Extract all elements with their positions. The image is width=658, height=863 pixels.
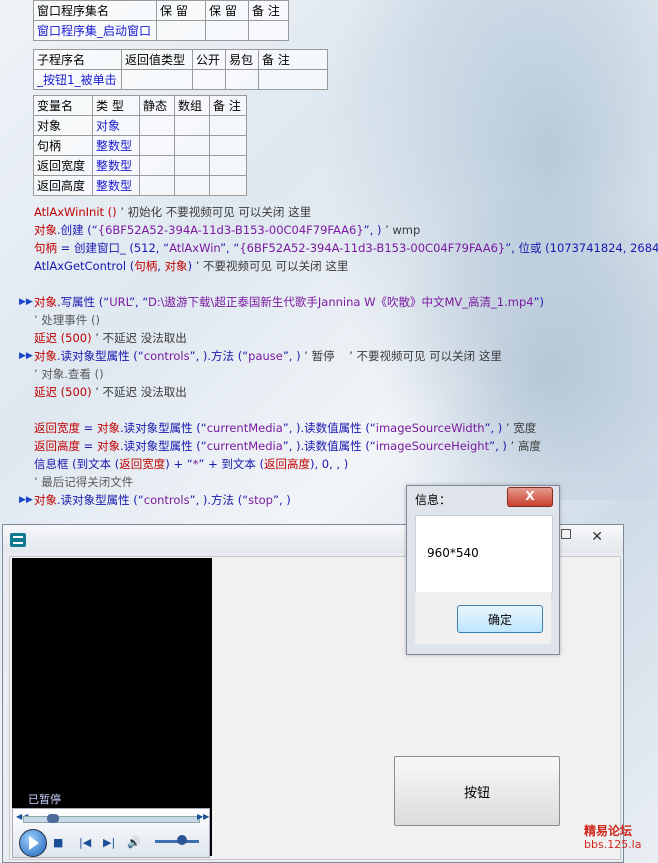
- table-header: 静态: [139, 95, 175, 116]
- table-cell[interactable]: [209, 135, 247, 156]
- previous-icon[interactable]: |◀: [79, 836, 91, 849]
- table-header: 数组: [174, 95, 210, 116]
- table-cell[interactable]: [174, 135, 210, 156]
- table-cell[interactable]: _按钮1_被单击: [33, 69, 122, 90]
- maximize-icon[interactable]: [561, 529, 571, 539]
- table-cell[interactable]: 窗口程序集_启动窗口: [33, 20, 157, 41]
- code-line[interactable]: 返回高度 = 对象.读对象型属性 (“currentMedia”, ).读数值属…: [34, 437, 541, 455]
- table-cell[interactable]: 对象: [92, 115, 140, 136]
- table-cell[interactable]: [209, 155, 247, 176]
- code-line[interactable]: 对象.读对象型属性 (“controls”, ).方法 (“stop”, ): [34, 491, 291, 509]
- table-cell[interactable]: [156, 20, 206, 41]
- code-line[interactable]: ’ 对象.查看 (): [34, 365, 104, 383]
- table-cell[interactable]: [209, 115, 247, 136]
- table-header: 保 留: [156, 0, 206, 21]
- table-cell[interactable]: [139, 135, 175, 156]
- table-cell[interactable]: 整数型: [92, 155, 140, 176]
- watermark-title: 精易论坛: [584, 824, 633, 838]
- table-header: 类 型: [92, 95, 140, 116]
- table-header: 公开: [192, 49, 226, 70]
- table-cell[interactable]: [192, 69, 226, 90]
- fast-forward-icon[interactable]: ▶▶: [197, 812, 209, 821]
- code-line[interactable]: AtlAxGetControl (句柄, 对象) ’ 不要视频可见 可以关闭 这…: [34, 257, 348, 275]
- table-header: 变量名: [33, 95, 93, 116]
- table-header: 备 注: [209, 95, 247, 116]
- table-cell[interactable]: [258, 69, 328, 90]
- player-status: 已暂停: [28, 793, 61, 806]
- subroutine-table: 子程序名 返回值类型 公开 易包 备 注 _按钮1_被单击: [33, 49, 328, 90]
- table-header: 返回值类型: [121, 49, 193, 70]
- volume-thumb[interactable]: [177, 835, 188, 845]
- ok-button[interactable]: 确定: [457, 605, 543, 633]
- table-cell[interactable]: [121, 69, 193, 90]
- table-cell[interactable]: [205, 20, 249, 41]
- table-cell[interactable]: [174, 175, 210, 196]
- assembly-table: 窗口程序集名 保 留 保 留 备 注 窗口程序集_启动窗口: [33, 0, 289, 41]
- table-cell[interactable]: [248, 20, 289, 41]
- dialog-message: 960*540: [427, 546, 479, 560]
- table-cell[interactable]: [139, 175, 175, 196]
- table-cell[interactable]: 返回宽度: [33, 155, 93, 176]
- table-row: 返回宽度 整数型: [33, 155, 247, 176]
- code-line[interactable]: 返回宽度 = 对象.读对象型属性 (“currentMedia”, ).读数值属…: [34, 419, 536, 437]
- code-line[interactable]: ’ 处理事件 (): [34, 311, 100, 329]
- code-line[interactable]: AtlAxWinInit () ’ 初始化 不要视频可见 可以关闭 这里: [34, 203, 311, 221]
- next-icon[interactable]: ▶|: [103, 836, 115, 849]
- table-header: 窗口程序集名: [33, 0, 157, 21]
- stop-icon[interactable]: ■: [53, 836, 63, 849]
- dialog-title: 信息：: [415, 493, 452, 507]
- variable-table: 变量名 类 型 静态 数组 备 注 对象 对象 句柄 整数型 返回宽度 整数型 …: [33, 95, 247, 196]
- table-row: 返回高度 整数型: [33, 175, 247, 196]
- code-line[interactable]: 信息框 (到文本 (返回宽度) + “*” + 到文本 (返回高度), 0, ,…: [34, 455, 348, 473]
- player-controls: ◀◀ ▶▶ ■ |◀ ▶| 🔊: [12, 808, 210, 858]
- table-cell[interactable]: 返回高度: [33, 175, 93, 196]
- table-header: 易包: [225, 49, 259, 70]
- table-header: 备 注: [258, 49, 328, 70]
- table-header: 备 注: [248, 0, 289, 21]
- dialog-close-button[interactable]: X: [507, 487, 553, 507]
- media-player[interactable]: 已暂停 ◀◀ ▶▶ ■ |◀ ▶| 🔊: [12, 558, 212, 858]
- table-cell[interactable]: 句柄: [33, 135, 93, 156]
- seek-thumb[interactable]: [46, 814, 59, 823]
- app-icon[interactable]: [10, 533, 26, 547]
- table-cell[interactable]: [225, 69, 259, 90]
- action-button[interactable]: 按钮: [394, 756, 560, 826]
- code-line[interactable]: 对象.创建 (“{6BF52A52-394A-11d3-B153-00C04F7…: [34, 221, 420, 239]
- table-cell[interactable]: 整数型: [92, 175, 140, 196]
- table-cell[interactable]: [139, 115, 175, 136]
- code-line[interactable]: 延迟 (500) ’ 不延迟 没法取出: [34, 383, 187, 401]
- code-line[interactable]: 延迟 (500) ’ 不延迟 没法取出: [34, 329, 187, 347]
- dialog-body: 960*540: [415, 515, 553, 593]
- table-cell[interactable]: [174, 115, 210, 136]
- breakpoint-arrow-icon[interactable]: ▶▶: [19, 351, 33, 361]
- volume-icon[interactable]: 🔊: [127, 836, 141, 849]
- table-cell[interactable]: 对象: [33, 115, 93, 136]
- close-icon[interactable]: ✕: [591, 529, 603, 545]
- code-line[interactable]: 对象.写属性 (“URL”, “D:\遨游下载\超正泰国新生代歌手Jannina…: [34, 293, 544, 311]
- table-header: 保 留: [205, 0, 249, 21]
- table-cell[interactable]: 整数型: [92, 135, 140, 156]
- code-line[interactable]: ’ 最后记得关闭文件: [34, 473, 133, 491]
- message-dialog: 信息： X 960*540 确定: [406, 485, 560, 655]
- watermark-url: bbs.125.la: [584, 838, 642, 851]
- breakpoint-arrow-icon[interactable]: ▶▶: [19, 297, 33, 307]
- code-line[interactable]: 句柄 = 创建窗口_ (512, “AtlAxWin”, “{6BF52A52-…: [34, 239, 658, 257]
- table-cell[interactable]: [174, 155, 210, 176]
- table-cell[interactable]: [139, 155, 175, 176]
- breakpoint-arrow-icon[interactable]: ▶▶: [19, 495, 33, 505]
- table-row: 对象 对象: [33, 115, 247, 136]
- table-header: 子程序名: [33, 49, 122, 70]
- play-button[interactable]: [19, 829, 47, 857]
- table-row: 句柄 整数型: [33, 135, 247, 156]
- dialog-footer: 确定: [415, 592, 551, 644]
- code-line[interactable]: 对象.读对象型属性 (“controls”, ).方法 (“pause”, ) …: [34, 347, 502, 365]
- table-cell[interactable]: [209, 175, 247, 196]
